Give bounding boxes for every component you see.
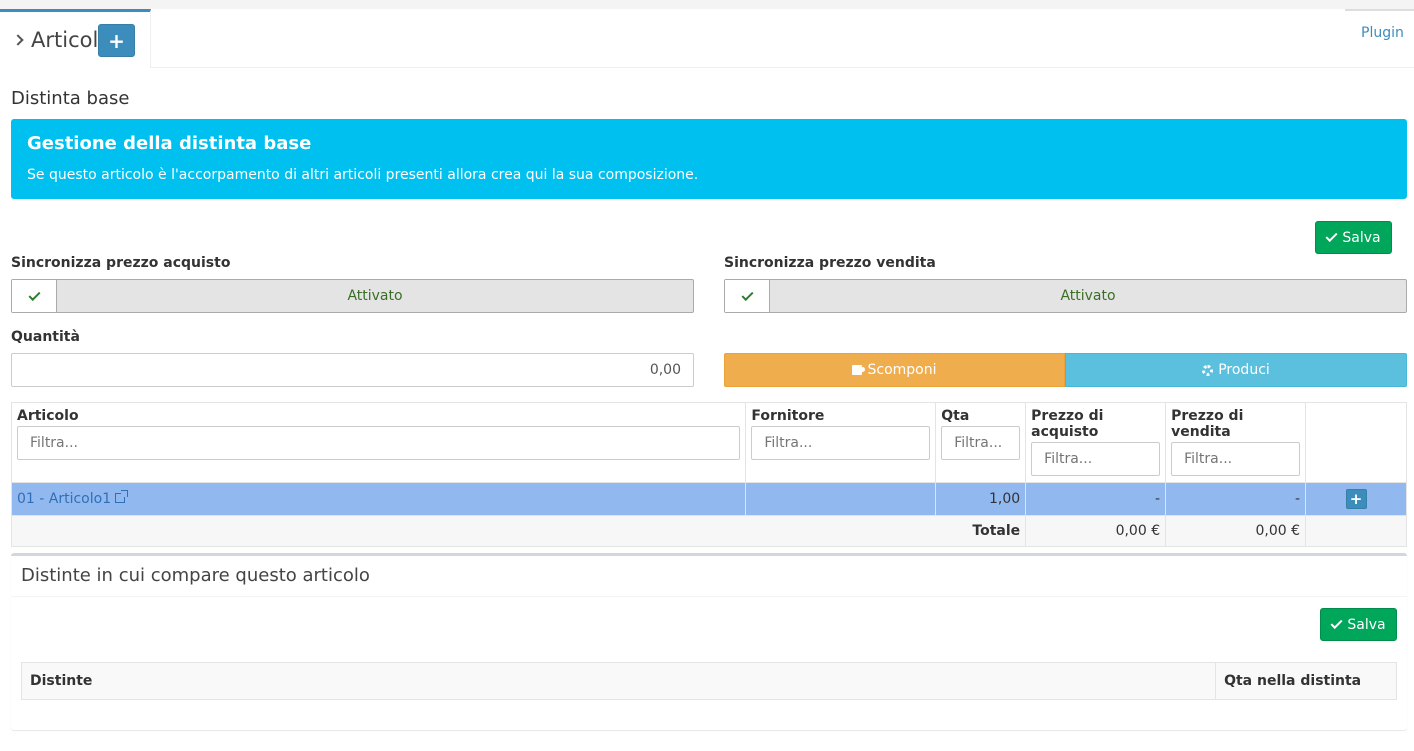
tab-articoli[interactable]: Articoli + xyxy=(0,9,151,68)
col-vendita-label: Prezzo di vendita xyxy=(1171,408,1244,440)
decompose-button-label: Scomponi xyxy=(867,362,937,378)
cell-vendita: - xyxy=(1165,482,1307,516)
col-vendita: Prezzo di vendita xyxy=(1165,402,1307,483)
total-row: Totale 0,00 € 0,00 € xyxy=(10,515,1407,547)
col-acquisto-label: Prezzo di acquisto xyxy=(1031,408,1104,440)
tab-title: Articoli xyxy=(12,28,105,52)
save-button-label: Salva xyxy=(1342,229,1381,246)
sync-purchase-state: Attivato xyxy=(347,288,403,304)
page: Articoli + Plugin Distinta base Gestione… xyxy=(0,9,1414,751)
col-fornitore: Fornitore xyxy=(745,402,937,483)
table-row[interactable]: 01 - Articolo1 1,00 - - + xyxy=(10,482,1407,516)
add-article-button[interactable]: + xyxy=(98,24,135,57)
check-icon xyxy=(1325,229,1338,243)
callout-text: Se questo articolo è l'accorpamento di a… xyxy=(27,167,699,183)
col-qta-label: Qta xyxy=(941,408,970,424)
chevron-right-icon xyxy=(12,34,24,46)
distinte-box: Distinte in cui compare questo articolo … xyxy=(11,553,1407,730)
distinte-table: Distinte Qta nella distinta xyxy=(20,662,1397,700)
quantity-label: Quantità xyxy=(11,329,80,345)
check-icon xyxy=(740,288,754,301)
total-vendita: 0,00 € xyxy=(1165,515,1307,547)
produce-button-label: Produci xyxy=(1218,362,1270,378)
filter-qta-input[interactable] xyxy=(941,426,1021,460)
tab-divider xyxy=(151,67,1414,68)
col-fornitore-label: Fornitore xyxy=(751,408,825,424)
cell-articolo: 01 - Articolo1 xyxy=(10,482,747,516)
decompose-button[interactable]: Scomponi xyxy=(724,353,1065,387)
callout-title: Gestione della distinta base xyxy=(27,133,312,154)
distinte-box-header: Distinte in cui compare questo articolo xyxy=(11,556,1407,597)
total-empty xyxy=(1305,515,1407,547)
cell-actions: + xyxy=(1305,482,1407,516)
cell-fornitore xyxy=(745,482,937,516)
sync-sale-state: Attivato xyxy=(1060,288,1116,304)
filter-vendita-input[interactable] xyxy=(1171,442,1301,476)
check-icon xyxy=(27,288,41,301)
top-strip xyxy=(0,0,1414,9)
components-table: Articolo Fornitore Qta Prezzo di acquist… xyxy=(10,402,1407,547)
quantity-input[interactable]: 0,00 xyxy=(11,353,694,387)
cell-qta: 1,00 xyxy=(935,482,1027,516)
produce-button[interactable]: Produci xyxy=(1065,353,1407,387)
sync-purchase-toggle[interactable]: Attivato xyxy=(11,279,694,313)
distinte-save-label: Salva xyxy=(1347,616,1386,633)
save-button[interactable]: Salva xyxy=(1315,221,1392,254)
row-add-button[interactable]: + xyxy=(1345,489,1367,509)
sync-purchase-check xyxy=(12,280,57,312)
sync-sale-toggle[interactable]: Attivato xyxy=(724,279,1407,313)
tab-plugin-label: Plugin xyxy=(1361,25,1404,41)
tab-articoli-label: Articoli xyxy=(31,28,105,52)
filter-acquisto-input[interactable] xyxy=(1031,442,1161,476)
col-actions xyxy=(1305,402,1407,483)
sync-sale-check xyxy=(725,280,770,312)
info-callout: Gestione della distinta base Se questo a… xyxy=(11,119,1407,199)
table-header-row: Articolo Fornitore Qta Prezzo di acquist… xyxy=(10,402,1407,483)
article-link[interactable]: 01 - Articolo1 xyxy=(17,491,111,507)
distinte-save-button[interactable]: Salva xyxy=(1320,608,1397,641)
total-acquisto: 0,00 € xyxy=(1025,515,1167,547)
distinte-header-row: Distinte Qta nella distinta xyxy=(20,662,1397,700)
col-distinte: Distinte xyxy=(20,662,1217,700)
col-qta-distinta: Qta nella distinta xyxy=(1215,662,1397,700)
puzzle-icon xyxy=(852,365,866,375)
sync-purchase-label: Sincronizza prezzo acquisto xyxy=(11,255,231,271)
tab-plugin[interactable]: Plugin xyxy=(1345,9,1414,68)
total-label: Totale xyxy=(10,515,1027,547)
col-articolo-label: Articolo xyxy=(17,408,79,424)
tab-bar: Articoli + Plugin xyxy=(0,9,1414,68)
col-articolo: Articolo xyxy=(10,402,747,483)
check-icon xyxy=(1330,616,1343,630)
filter-articolo-input[interactable] xyxy=(17,426,741,460)
external-link-icon[interactable] xyxy=(115,490,129,503)
sync-sale-label: Sincronizza prezzo vendita xyxy=(724,255,936,271)
gear-icon xyxy=(1202,364,1214,376)
section-title: Distinta base xyxy=(11,88,130,109)
distinte-box-title: Distinte in cui compare questo articolo xyxy=(21,565,370,586)
col-qta: Qta xyxy=(935,402,1027,483)
col-acquisto: Prezzo di acquisto xyxy=(1025,402,1167,483)
cell-acquisto: - xyxy=(1025,482,1167,516)
filter-fornitore-input[interactable] xyxy=(751,426,931,460)
